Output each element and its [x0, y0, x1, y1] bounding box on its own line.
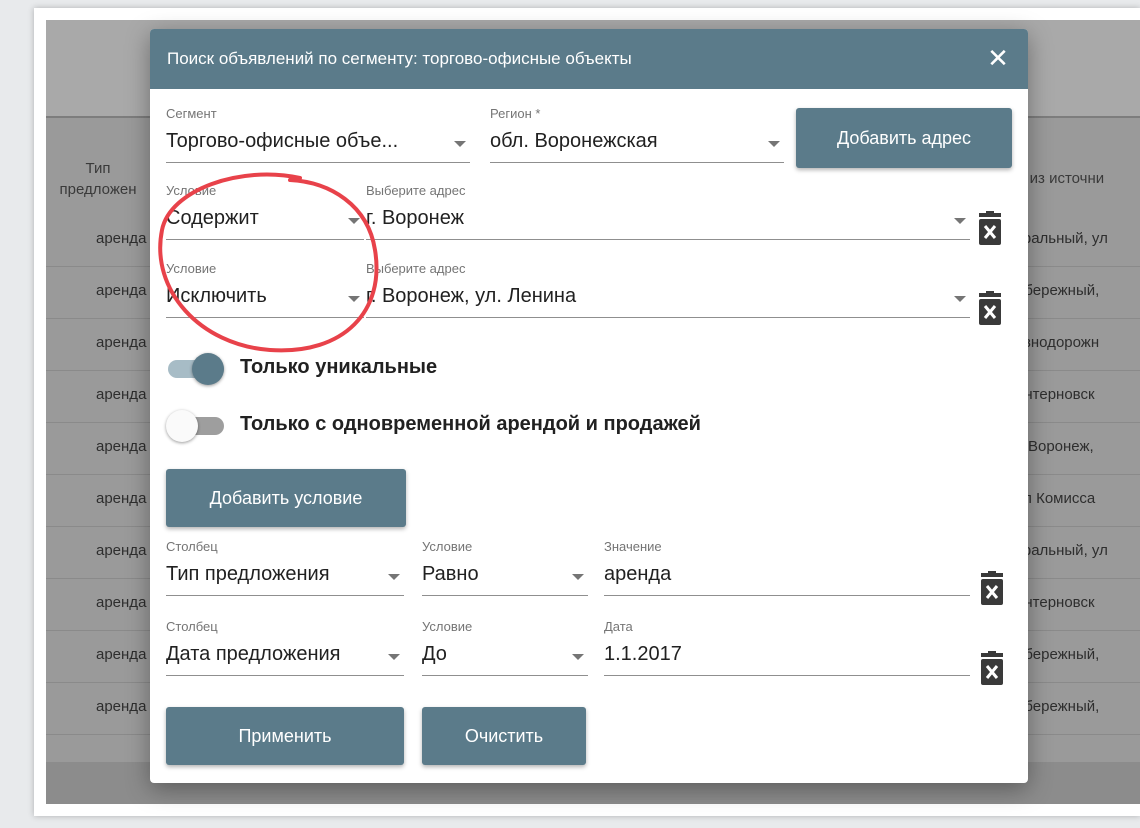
value-input[interactable]: Значение аренда [604, 539, 970, 599]
chevron-down-icon [454, 141, 466, 147]
address-label: Выберите адрес [366, 261, 466, 276]
row-type: аренда [96, 490, 147, 507]
chevron-down-icon [348, 296, 360, 302]
delete-address-button[interactable] [976, 211, 1004, 251]
trash-icon [979, 291, 1001, 325]
row-address: езнодорожн [1016, 334, 1100, 351]
date-value: 1.1.2017 [604, 643, 682, 665]
condition-label: Условие [422, 619, 473, 634]
condition-value: Содержит [166, 207, 259, 229]
address-condition-select[interactable]: Условие Исключить [166, 261, 364, 321]
filter-condition-select[interactable]: Условие До [422, 619, 588, 679]
chevron-down-icon [572, 654, 584, 660]
condition-label: Условие [422, 539, 473, 554]
field-underline [366, 239, 970, 240]
segment-value: Торгово-офисные объе... [166, 130, 399, 152]
row-address: тральный, ул [1016, 542, 1108, 559]
date-input[interactable]: Дата 1.1.2017 [604, 619, 970, 679]
field-underline [422, 675, 588, 676]
column-value: Дата предложения [166, 643, 341, 665]
column-value: Тип предложения [166, 563, 330, 585]
condition-label: Условие [166, 183, 217, 198]
trash-icon [981, 651, 1003, 685]
rent-and-sale-label: Только с одновременной арендой и продаже… [240, 413, 701, 435]
unique-only-label: Только уникальные [240, 356, 438, 378]
row-type: аренда [96, 594, 147, 611]
clear-button[interactable]: Очистить [422, 707, 586, 765]
close-icon: ✕ [987, 43, 1009, 73]
row-type: аренда [96, 230, 147, 247]
delete-filter-button[interactable] [978, 651, 1006, 691]
chevron-down-icon [388, 654, 400, 660]
value-text: аренда [604, 563, 672, 585]
condition-value: Равно [422, 563, 479, 585]
row-type: аренда [96, 282, 147, 299]
address-value: г. Воронеж, ул. Ленина [366, 285, 577, 307]
close-button[interactable]: ✕ [984, 43, 1012, 73]
delete-address-button[interactable] [976, 291, 1004, 331]
rent-and-sale-toggle[interactable] [164, 408, 226, 442]
dialog-header: Поиск объявлений по сегменту: торгово-оф… [150, 29, 1028, 89]
region-label: Регион * [490, 106, 541, 121]
row-address: тральный, ул [1016, 230, 1108, 247]
address-value: г. Воронеж [366, 207, 464, 229]
chevron-down-icon [388, 574, 400, 580]
address-condition-select[interactable]: Условие Содержит [166, 183, 364, 243]
field-underline [604, 595, 970, 596]
filter-condition-select[interactable]: Условие Равно [422, 539, 588, 599]
row-type: аренда [96, 438, 147, 455]
region-select[interactable]: Регион * обл. Воронежская [490, 106, 784, 166]
add-address-button[interactable]: Добавить адрес [796, 108, 1012, 168]
segment-select[interactable]: Сегмент Торгово-офисные объе... [166, 106, 470, 166]
field-underline [366, 317, 970, 318]
toggle-thumb [166, 410, 198, 442]
address-select[interactable]: Выберите адрес г. Воронеж, ул. Ленина [366, 261, 970, 321]
row-type: аренда [96, 646, 147, 663]
field-underline [166, 239, 364, 240]
search-dialog: Поиск объявлений по сегменту: торгово-оф… [150, 29, 1028, 783]
column-label: Столбец [166, 539, 218, 554]
segment-label: Сегмент [166, 106, 217, 121]
condition-label: Условие [166, 261, 217, 276]
address-select[interactable]: Выберите адрес г. Воронеж [366, 183, 970, 243]
row-type: аренда [96, 542, 147, 559]
field-underline [166, 675, 404, 676]
field-underline [166, 162, 470, 163]
unique-only-toggle[interactable] [164, 351, 226, 385]
column-header-type: Тип предложен [59, 160, 137, 198]
row-address: обережный, [1016, 646, 1100, 663]
condition-value: До [422, 643, 447, 665]
chevron-down-icon [572, 574, 584, 580]
row-type: аренда [96, 386, 147, 403]
apply-button[interactable]: Применить [166, 707, 404, 765]
add-condition-button[interactable]: Добавить условие [166, 469, 406, 527]
field-underline [490, 162, 784, 163]
value-label: Значение [604, 539, 662, 554]
column-select[interactable]: Столбец Дата предложения [166, 619, 404, 679]
chevron-down-icon [348, 218, 360, 224]
row-type: аренда [96, 334, 147, 351]
trash-icon [979, 211, 1001, 245]
toggle-thumb [192, 353, 224, 385]
column-label: Столбец [166, 619, 218, 634]
chevron-down-icon [954, 296, 966, 302]
delete-filter-button[interactable] [978, 571, 1006, 611]
chevron-down-icon [768, 141, 780, 147]
condition-value: Исключить [166, 285, 267, 307]
row-address: обережный, [1016, 282, 1100, 299]
row-address: обережный, [1016, 698, 1100, 715]
dialog-title: Поиск объявлений по сегменту: торгово-оф… [167, 49, 632, 68]
trash-icon [981, 571, 1003, 605]
field-underline [166, 595, 404, 596]
address-label: Выберите адрес [366, 183, 466, 198]
column-select[interactable]: Столбец Тип предложения [166, 539, 404, 599]
field-underline [604, 675, 970, 676]
date-label: Дата [604, 619, 633, 634]
column-header-source: с из источни [1018, 170, 1105, 187]
row-type: аренда [96, 698, 147, 715]
region-value: обл. Воронежская [490, 130, 658, 152]
field-underline [166, 317, 364, 318]
chevron-down-icon [954, 218, 966, 224]
field-underline [422, 595, 588, 596]
